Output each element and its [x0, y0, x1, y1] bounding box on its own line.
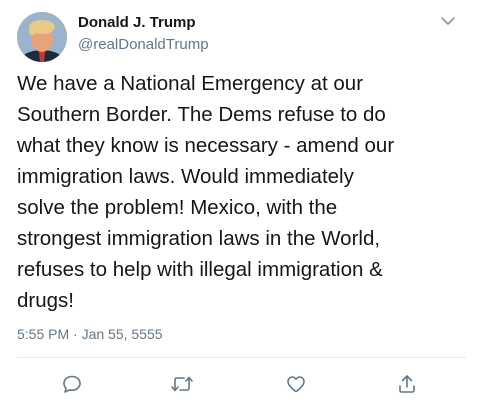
chevron-down-icon[interactable]	[440, 14, 456, 26]
author-name[interactable]: Donald J. Trump	[78, 14, 196, 31]
tweet-card: Donald J. Trump @realDonaldTrump We have…	[0, 0, 480, 410]
tweet-text: We have a National Emergency at our Sout…	[17, 72, 395, 312]
avatar-image	[17, 12, 67, 62]
divider	[17, 357, 466, 358]
author-handle[interactable]: @realDonaldTrump	[78, 36, 209, 53]
retweet-icon	[171, 376, 193, 392]
like-icon	[287, 376, 305, 393]
tweet-timestamp[interactable]: 5:55 PM · Jan 55, 5555	[17, 326, 163, 342]
action-bar	[0, 370, 480, 400]
share-icon	[399, 375, 415, 393]
share-button[interactable]	[393, 370, 421, 398]
avatar[interactable]	[17, 12, 67, 62]
reply-button[interactable]	[58, 370, 86, 398]
retweet-button[interactable]	[168, 370, 196, 398]
reply-icon	[63, 375, 81, 393]
like-button[interactable]	[282, 370, 310, 398]
